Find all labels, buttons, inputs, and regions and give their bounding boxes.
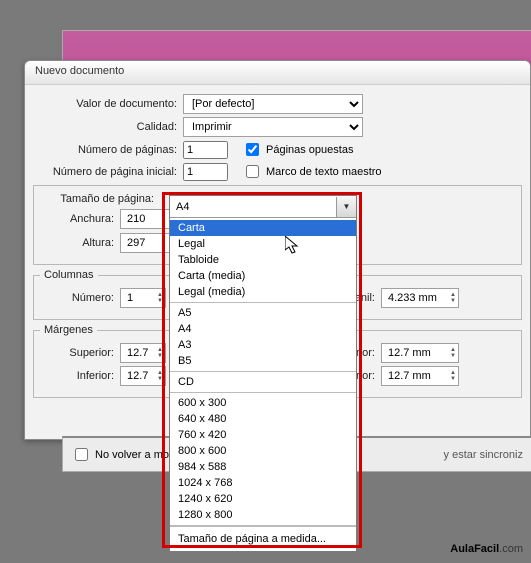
interior-input[interactable]: ▲▼ [381,343,459,363]
exterior-input[interactable]: ▲▼ [381,366,459,386]
paginas-opuestas-label: Páginas opuestas [266,144,353,156]
label-anchura: Anchura: [40,213,120,225]
dialog-titlebar: Nuevo documento [25,61,530,85]
dropdown-item-640x480[interactable]: 640 x 480 [170,411,356,427]
label-calidad: Calidad: [33,121,183,133]
medianil-input[interactable]: ▲▼ [381,288,459,308]
inferior-input[interactable]: ▲▼ [120,366,166,386]
tamano-pagina-dropdown[interactable]: A4 ▼ Carta Legal Tabloide Carta (media) … [169,195,357,552]
superior-input[interactable]: ▲▼ [120,343,166,363]
chevron-down-icon: ▼ [337,200,357,213]
label-valor-documento: Valor de documento: [33,98,183,110]
dialog-title: Nuevo documento [35,65,124,77]
label-numero: Número: [40,292,120,304]
calidad-select[interactable]: Imprimir [183,117,363,137]
columnas-legend: Columnas [40,269,98,281]
label-inferior: Inferior: [40,370,120,382]
dropdown-item-1240x620[interactable]: 1240 x 620 [170,491,356,507]
dropdown-item-a4[interactable]: A4 [170,321,356,337]
dropdown-group-2: A5 A4 A3 B5 [170,303,356,372]
sync-text: y estar sincroniz [444,449,523,461]
dropdown-item-a5[interactable]: A5 [170,305,356,321]
dropdown-group-4: 600 x 300 640 x 480 760 x 420 800 x 600 … [170,393,356,526]
dropdown-item-760x420[interactable]: 760 x 420 [170,427,356,443]
numero-input[interactable]: ▲▼ [120,288,166,308]
label-num-pag-ini: Número de página inicial: [33,166,183,178]
dropdown-item-b5[interactable]: B5 [170,353,356,369]
dropdown-group-3: CD [170,372,356,393]
dropdown-item-cd[interactable]: CD [170,374,356,390]
label-tam-pag: Tamaño de página: [40,193,160,205]
dropdown-item-legal-media[interactable]: Legal (media) [170,284,356,300]
num-paginas-input[interactable] [183,141,228,159]
marco-texto-label: Marco de texto maestro [266,166,382,178]
dropdown-item-a3[interactable]: A3 [170,337,356,353]
dropdown-item-800x600[interactable]: 800 x 600 [170,443,356,459]
watermark-suffix: .com [499,543,523,555]
dropdown-toggle-button[interactable]: ▼ [336,197,356,217]
dropdown-item-600x300[interactable]: 600 x 300 [170,395,356,411]
watermark: AulaFacil.com [450,541,523,555]
dropdown-item-1024x768[interactable]: 1024 x 768 [170,475,356,491]
num-pag-ini-input[interactable] [183,163,228,181]
label-num-paginas: Número de páginas: [33,144,183,156]
label-altura: Altura: [40,237,120,249]
dropdown-item-carta[interactable]: Carta [170,220,356,236]
dropdown-item-1280x800[interactable]: 1280 x 800 [170,507,356,523]
marco-texto-check[interactable] [246,165,259,178]
dropdown-item-tabloide[interactable]: Tabloide [170,252,356,268]
margenes-legend: Márgenes [40,324,97,336]
paginas-opuestas-checkbox[interactable]: Páginas opuestas [242,140,353,159]
tamano-pagina-selected: A4 [170,199,336,215]
dropdown-custom-size[interactable]: Tamaño de página a medida... [170,526,356,551]
watermark-brand: AulaFacil [450,543,499,555]
label-superior: Superior: [40,347,120,359]
no-volver-checkbox[interactable]: No volver a mo [71,445,169,464]
dropdown-item-984x588[interactable]: 984 x 588 [170,459,356,475]
valor-documento-select[interactable]: [Por defecto] [183,94,363,114]
paginas-opuestas-check[interactable] [246,143,259,156]
no-volver-label: No volver a mo [95,449,169,461]
dropdown-item-legal[interactable]: Legal [170,236,356,252]
dropdown-item-carta-media[interactable]: Carta (media) [170,268,356,284]
marco-texto-checkbox[interactable]: Marco de texto maestro [242,162,382,181]
no-volver-check[interactable] [75,448,88,461]
dropdown-group-1: Carta Legal Tabloide Carta (media) Legal… [170,218,356,303]
